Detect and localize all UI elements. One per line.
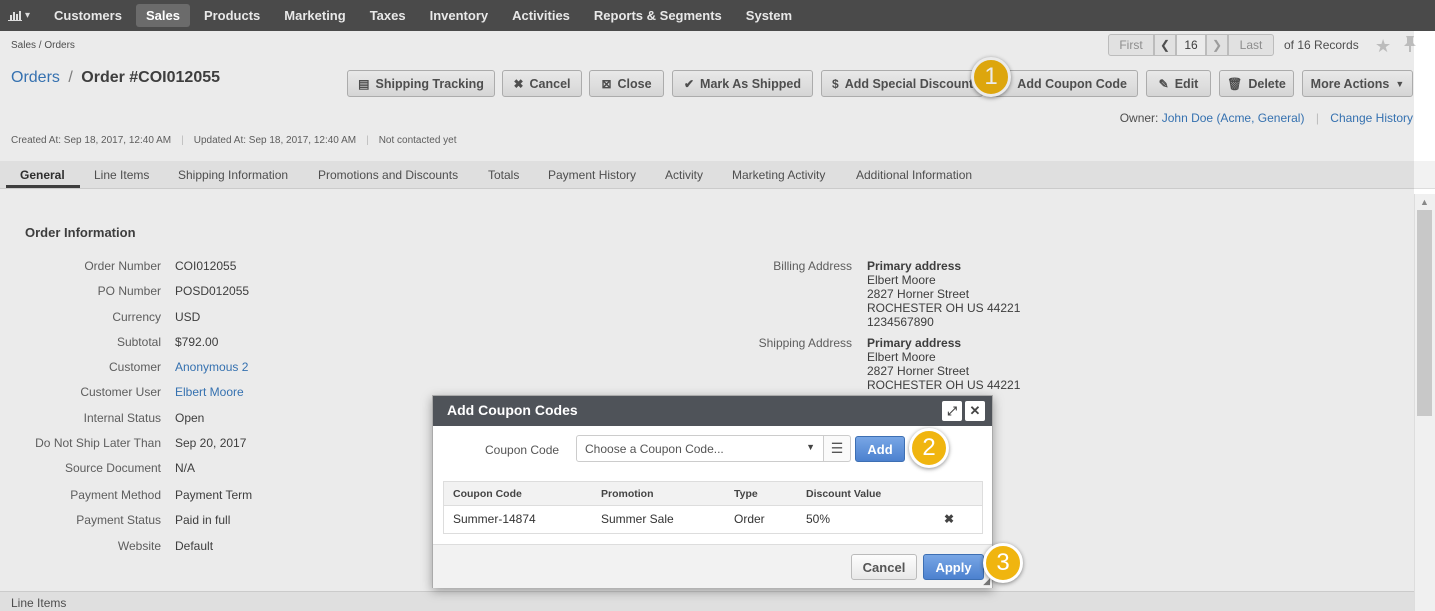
coupon-code-label: Coupon Code	[485, 443, 560, 457]
nav-products[interactable]: Products	[194, 4, 270, 27]
column-header: Coupon Code	[453, 488, 522, 500]
column-header: Type	[734, 488, 758, 500]
callout-badge-2: 2	[909, 428, 949, 468]
expand-icon: ⤢	[947, 403, 957, 418]
coupon-list-button[interactable]: ☰	[824, 435, 851, 462]
main-navigation: ▾ Customers Sales Products Marketing Tax…	[0, 0, 1435, 31]
nav-taxes[interactable]: Taxes	[360, 4, 416, 27]
dashboard-menu[interactable]: ▾	[8, 10, 30, 21]
callout-badge-3: 3	[983, 543, 1023, 583]
hamburger-icon: ☰	[830, 440, 844, 456]
scrollbar[interactable]: ▲	[1414, 194, 1435, 611]
bar-chart-icon	[8, 11, 22, 21]
nav-activities[interactable]: Activities	[502, 4, 580, 27]
caret-down-icon: ▼	[806, 442, 815, 452]
column-header: Promotion	[601, 488, 654, 500]
cancel-button[interactable]: Cancel	[851, 554, 917, 580]
nav-reports-segments[interactable]: Reports & Segments	[584, 4, 732, 27]
discount-value-cell: 50%	[806, 512, 831, 526]
type-cell: Order	[734, 512, 765, 526]
nav-marketing[interactable]: Marketing	[274, 4, 355, 27]
coupon-code-select[interactable]: Choose a Coupon Code... ▼	[576, 435, 824, 462]
dialog-header: Add Coupon Codes ⤢ ✕	[433, 396, 992, 426]
column-header: Discount Value	[806, 488, 882, 500]
coupon-code-select-value: Choose a Coupon Code...	[585, 442, 724, 456]
dialog-footer: Cancel Apply ◢	[433, 544, 992, 588]
dialog-title: Add Coupon Codes	[447, 402, 578, 418]
apply-button[interactable]: Apply	[923, 554, 984, 580]
coupon-table: Coupon Code Promotion Type Discount Valu…	[443, 481, 983, 534]
add-coupon-codes-dialog: Add Coupon Codes ⤢ ✕ Coupon Code Choose …	[432, 395, 993, 588]
remove-row-icon[interactable]: ✖	[944, 512, 954, 526]
maximize-button[interactable]: ⤢	[942, 401, 962, 421]
promotion-cell: Summer Sale	[601, 512, 674, 526]
add-coupon-button[interactable]: Add	[855, 436, 905, 462]
nav-inventory[interactable]: Inventory	[420, 4, 499, 27]
coupon-code-cell: Summer-14874	[453, 512, 536, 526]
nav-sales[interactable]: Sales	[135, 4, 190, 27]
scrollbar-thumb[interactable]	[1417, 210, 1432, 416]
close-icon: ✕	[969, 403, 981, 418]
table-row: Summer-14874 Summer Sale Order 50% ✖	[444, 506, 982, 533]
chevron-down-icon: ▾	[25, 10, 31, 21]
close-dialog-button[interactable]: ✕	[965, 401, 985, 421]
nav-customers[interactable]: Customers	[44, 4, 132, 27]
scroll-up-icon[interactable]: ▲	[1420, 197, 1429, 207]
coupon-table-header: Coupon Code Promotion Type Discount Valu…	[444, 482, 982, 506]
nav-system[interactable]: System	[736, 4, 802, 27]
